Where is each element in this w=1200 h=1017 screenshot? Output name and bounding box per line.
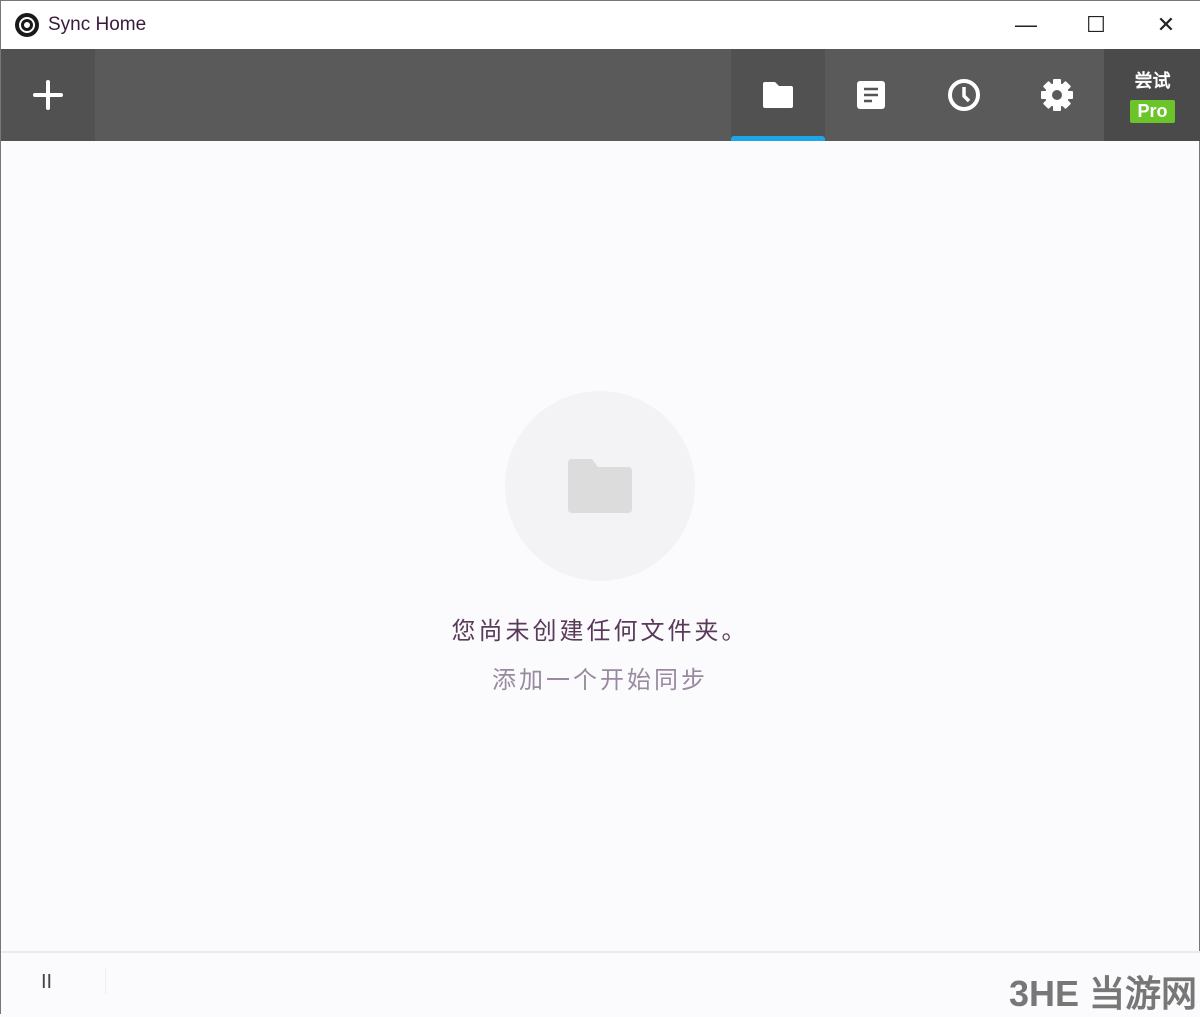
sync-logo-icon: [15, 13, 39, 37]
close-button[interactable]: ✕: [1131, 1, 1200, 49]
plus-icon: [32, 79, 64, 111]
empty-hint[interactable]: 添加一个开始同步: [492, 660, 708, 695]
empty-state: 您尚未创建任何文件夹。 添加一个开始同步: [1, 391, 1199, 695]
tab-settings[interactable]: [1010, 49, 1104, 141]
tab-history[interactable]: [917, 49, 1011, 141]
toolbar: 尝试 Pro: [1, 49, 1200, 141]
pro-badge: Pro: [1130, 100, 1174, 123]
folder-icon: [568, 459, 632, 513]
minimize-button[interactable]: —: [991, 1, 1061, 49]
pause-button[interactable]: II: [41, 971, 52, 994]
empty-message: 您尚未创建任何文件夹。: [452, 611, 749, 646]
window-title: Sync Home: [48, 14, 146, 36]
title-bar: Sync Home — ☐ ✕: [1, 1, 1200, 49]
watermark: 3HE 当游网: [1009, 965, 1197, 1017]
gear-icon: [1040, 78, 1074, 112]
try-pro-button[interactable]: 尝试 Pro: [1104, 49, 1200, 141]
document-icon: [856, 80, 886, 110]
maximize-button[interactable]: ☐: [1061, 1, 1131, 49]
tab-log[interactable]: [824, 49, 918, 141]
divider: [105, 968, 106, 994]
tab-folders[interactable]: [731, 49, 825, 141]
add-folder-button[interactable]: [1, 49, 95, 141]
try-label: 尝试: [1135, 67, 1171, 93]
folder-icon: [761, 80, 795, 110]
empty-illustration: [505, 391, 695, 581]
clock-icon: [947, 78, 981, 112]
status-bar: II 3HE 当游网: [1, 951, 1200, 1015]
